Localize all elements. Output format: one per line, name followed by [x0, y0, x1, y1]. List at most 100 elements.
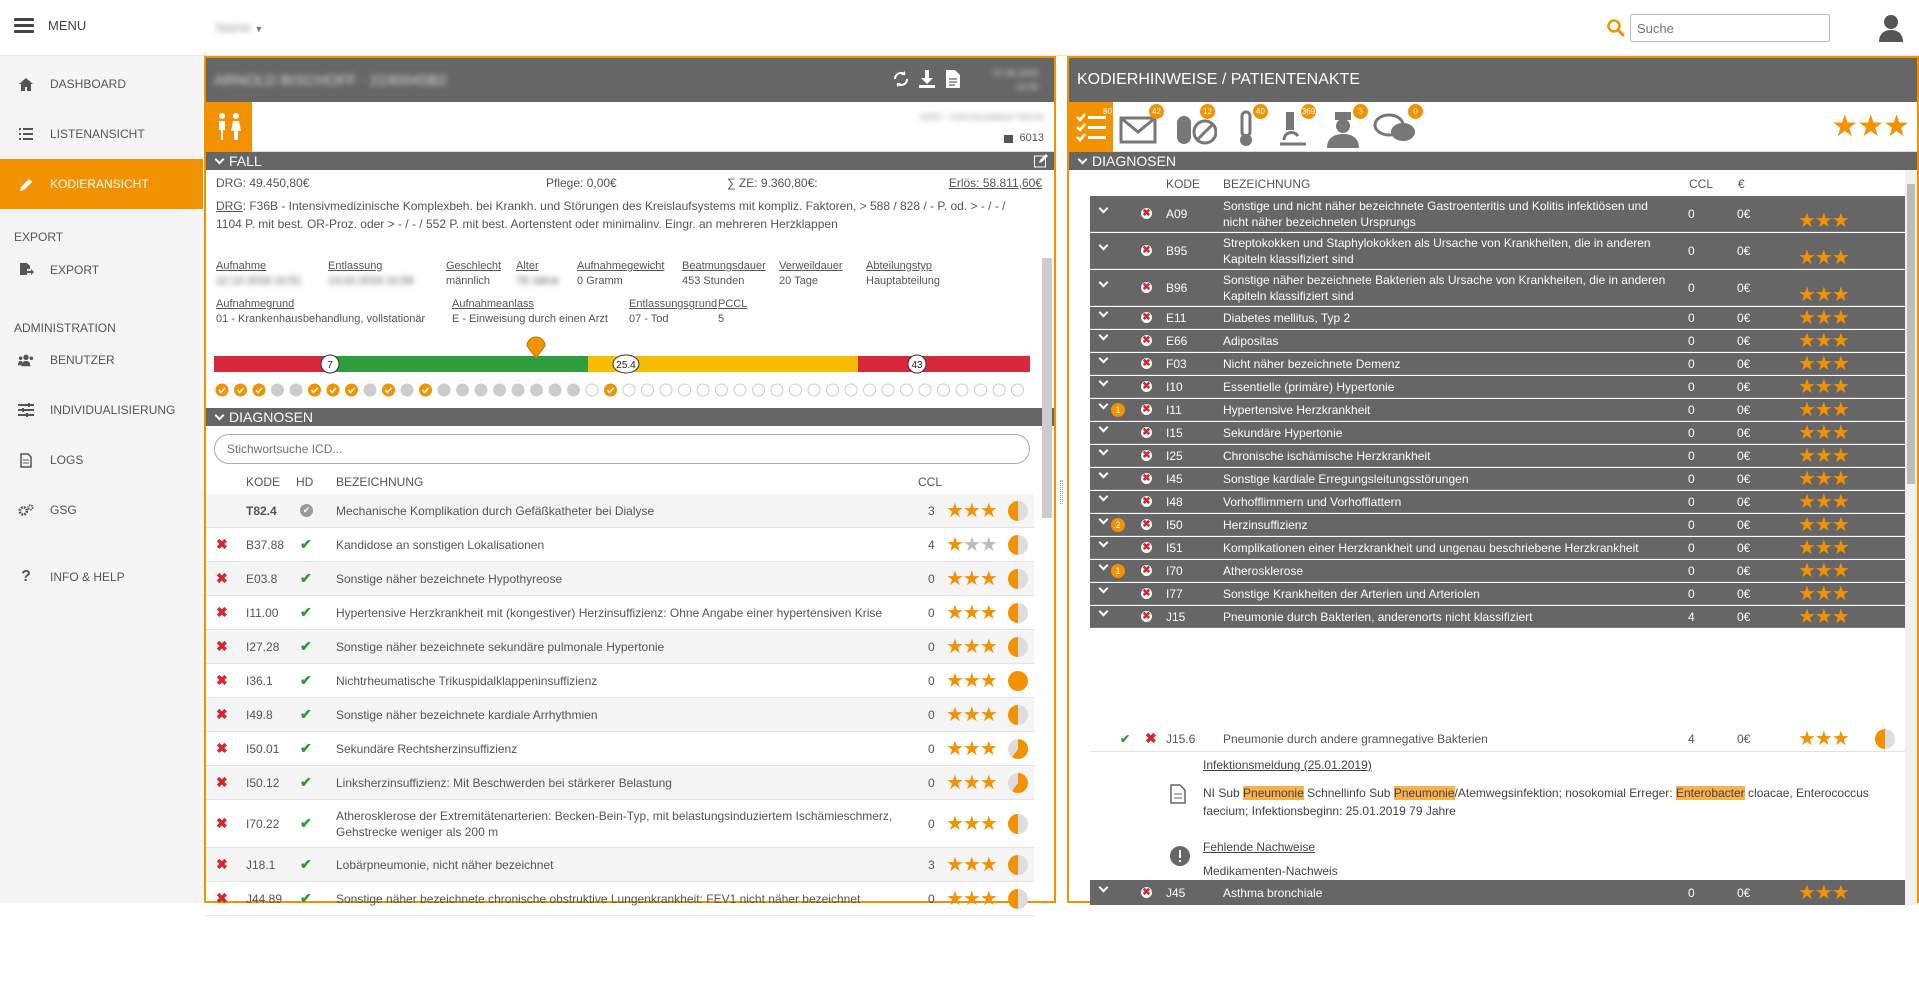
day-dot-future[interactable]	[807, 383, 821, 397]
resize-handle[interactable]	[1060, 480, 1063, 504]
day-dot-past[interactable]	[456, 383, 469, 397]
field-label[interactable]: Geschlecht	[446, 260, 501, 272]
day-dot-future[interactable]	[992, 383, 1006, 397]
erloes-amount[interactable]: Erlös: 58.811,60€	[949, 176, 1042, 190]
day-dot-past[interactable]	[493, 383, 506, 397]
check-icon[interactable]: ✔	[300, 570, 312, 587]
missing-title[interactable]: Fehlende Nachweise	[1203, 840, 1315, 854]
day-dot-future[interactable]	[881, 383, 895, 397]
scrollbar[interactable]	[1042, 258, 1052, 518]
day-dot-checked[interactable]	[326, 383, 340, 397]
hint-badge[interactable]: 1	[1111, 402, 1125, 417]
day-dot-past[interactable]	[289, 383, 303, 397]
remove-icon[interactable]: ✖	[1141, 565, 1152, 576]
check-icon[interactable]: ✔	[300, 638, 312, 655]
field-label[interactable]: Aufnahmegewicht	[577, 260, 664, 272]
day-dot-future[interactable]	[622, 383, 636, 397]
sidebar-item-listenansicht[interactable]: LISTENANSICHT	[0, 109, 203, 159]
remove-icon[interactable]: ✖	[216, 706, 228, 723]
remove-icon[interactable]: ✖	[1141, 381, 1152, 392]
remove-icon[interactable]: ✖	[216, 536, 228, 553]
remove-icon[interactable]: ✖	[216, 604, 228, 621]
day-dot-past[interactable]	[271, 383, 284, 397]
day-dot-future[interactable]	[696, 383, 710, 397]
day-dot-future[interactable]	[585, 383, 599, 397]
day-dot-checked[interactable]	[382, 383, 395, 397]
day-dot-checked[interactable]	[308, 383, 321, 397]
check-icon[interactable]: ✔	[300, 604, 312, 621]
diagnosen-section-header[interactable]: DIAGNOSEN	[206, 408, 1054, 426]
day-dot-past[interactable]	[548, 383, 562, 397]
day-dot-past[interactable]	[530, 383, 543, 397]
user-select[interactable]: Name ▼	[216, 20, 263, 35]
hint-badge[interactable]: 1	[1111, 563, 1125, 578]
table-row[interactable]: ✖ J18.1 ✔ Lobärpneumonie, nicht näher bezei…	[206, 848, 1034, 882]
sidebar-item-kodieransicht[interactable]: KODIERANSICHT	[0, 159, 203, 209]
check-icon[interactable]: ✔	[300, 740, 312, 757]
chevron-down-icon[interactable]	[1098, 422, 1109, 433]
remove-icon[interactable]: ✖	[216, 740, 228, 757]
field-label[interactable]: Aufnahme	[216, 260, 266, 272]
file-icon[interactable]	[946, 70, 960, 88]
hint-badge[interactable]: 2	[1111, 517, 1125, 532]
remove-icon[interactable]: ✖	[1141, 335, 1152, 346]
remove-icon[interactable]: ✖	[1141, 208, 1152, 219]
diagnosis-row-b95[interactable]: ✖ B95 Streptokokken und Staphylokokken als…	[1090, 233, 1917, 269]
download-icon[interactable]	[919, 70, 935, 88]
sidebar-item-export[interactable]: EXPORT	[0, 245, 203, 295]
day-dot-past[interactable]	[437, 383, 451, 397]
field-label[interactable]: Entlassungsgrund	[629, 298, 717, 310]
chevron-down-icon[interactable]	[1098, 468, 1109, 479]
check-icon[interactable]: ✔	[1120, 732, 1130, 746]
day-dot-checked[interactable]	[215, 383, 229, 397]
field-label[interactable]: Abteilungstyp	[866, 260, 932, 272]
check-icon[interactable]: ✔	[300, 774, 312, 791]
remove-icon[interactable]: ✖	[216, 815, 228, 832]
day-dot-past[interactable]	[474, 383, 488, 397]
table-row[interactable]: ✖ I70.22 ✔ Atherosklerose der Extremitätena…	[206, 800, 1034, 848]
day-dot-future[interactable]	[678, 383, 691, 397]
check-icon[interactable]: ✔	[300, 815, 312, 832]
menu-toggle[interactable]: MENU	[14, 18, 86, 33]
day-dot-checked[interactable]	[234, 383, 247, 397]
remove-icon[interactable]: ✖	[216, 672, 228, 689]
chevron-down-icon[interactable]	[1098, 307, 1109, 318]
icd-search-input[interactable]	[214, 434, 1030, 464]
chevron-down-icon[interactable]	[1098, 514, 1109, 525]
chevron-down-icon[interactable]	[1098, 445, 1109, 456]
sidebar-item-individualisierung[interactable]: INDIVIDUALISIERUNG	[0, 385, 203, 435]
sidebar-item-benutzer[interactable]: BENUTZER	[0, 335, 203, 385]
diagnosis-row-j45[interactable]: ✖ J45 Asthma bronchiale 0 0€ ★★★	[1090, 880, 1917, 905]
user-avatar-icon[interactable]	[1878, 14, 1904, 42]
remove-icon[interactable]: ✖	[1141, 450, 1152, 461]
day-dot-future[interactable]	[826, 383, 839, 397]
remove-icon[interactable]: ✖	[216, 890, 228, 907]
field-label[interactable]: Verweildauer	[779, 260, 843, 272]
remove-icon[interactable]: ✖	[1141, 519, 1152, 530]
day-dot-past[interactable]	[400, 383, 414, 397]
remove-icon[interactable]: ✖	[216, 856, 228, 873]
diagnosis-row-f03[interactable]: ✖ F03 Nicht näher bezeichnete Demenz 0 0€ ★★★	[1090, 353, 1917, 375]
chevron-down-icon[interactable]	[1098, 330, 1109, 341]
fall-section-header[interactable]: FALL	[206, 152, 1054, 170]
day-dot-future[interactable]	[918, 383, 932, 397]
day-dot-past[interactable]	[567, 383, 580, 397]
edit-icon[interactable]	[1034, 154, 1048, 168]
refresh-icon[interactable]	[892, 70, 910, 88]
day-dot-checked[interactable]	[419, 383, 432, 397]
remove-icon[interactable]: ✖	[216, 570, 228, 587]
chevron-down-icon[interactable]	[1098, 353, 1109, 364]
note-title[interactable]: Infektionsmeldung (25.01.2019)	[1203, 758, 1372, 772]
check-icon[interactable]: ✔	[300, 672, 312, 689]
table-row[interactable]: ✖ B37.88 ✔ Kandidose an sonstigen Lokalisat…	[206, 528, 1034, 562]
day-dot-past[interactable]	[511, 383, 525, 397]
search-input[interactable]	[1630, 14, 1830, 42]
remove-icon[interactable]: ✖	[1141, 245, 1152, 256]
remove-icon[interactable]: ✖	[216, 774, 228, 791]
remove-icon[interactable]: ✖	[216, 638, 228, 655]
scrollbar-thumb[interactable]	[1907, 184, 1915, 484]
day-dot-future[interactable]	[659, 383, 673, 397]
remove-icon[interactable]: ✖	[1141, 404, 1152, 415]
day-dot-future[interactable]	[789, 383, 802, 397]
day-dot-future[interactable]	[844, 383, 858, 397]
